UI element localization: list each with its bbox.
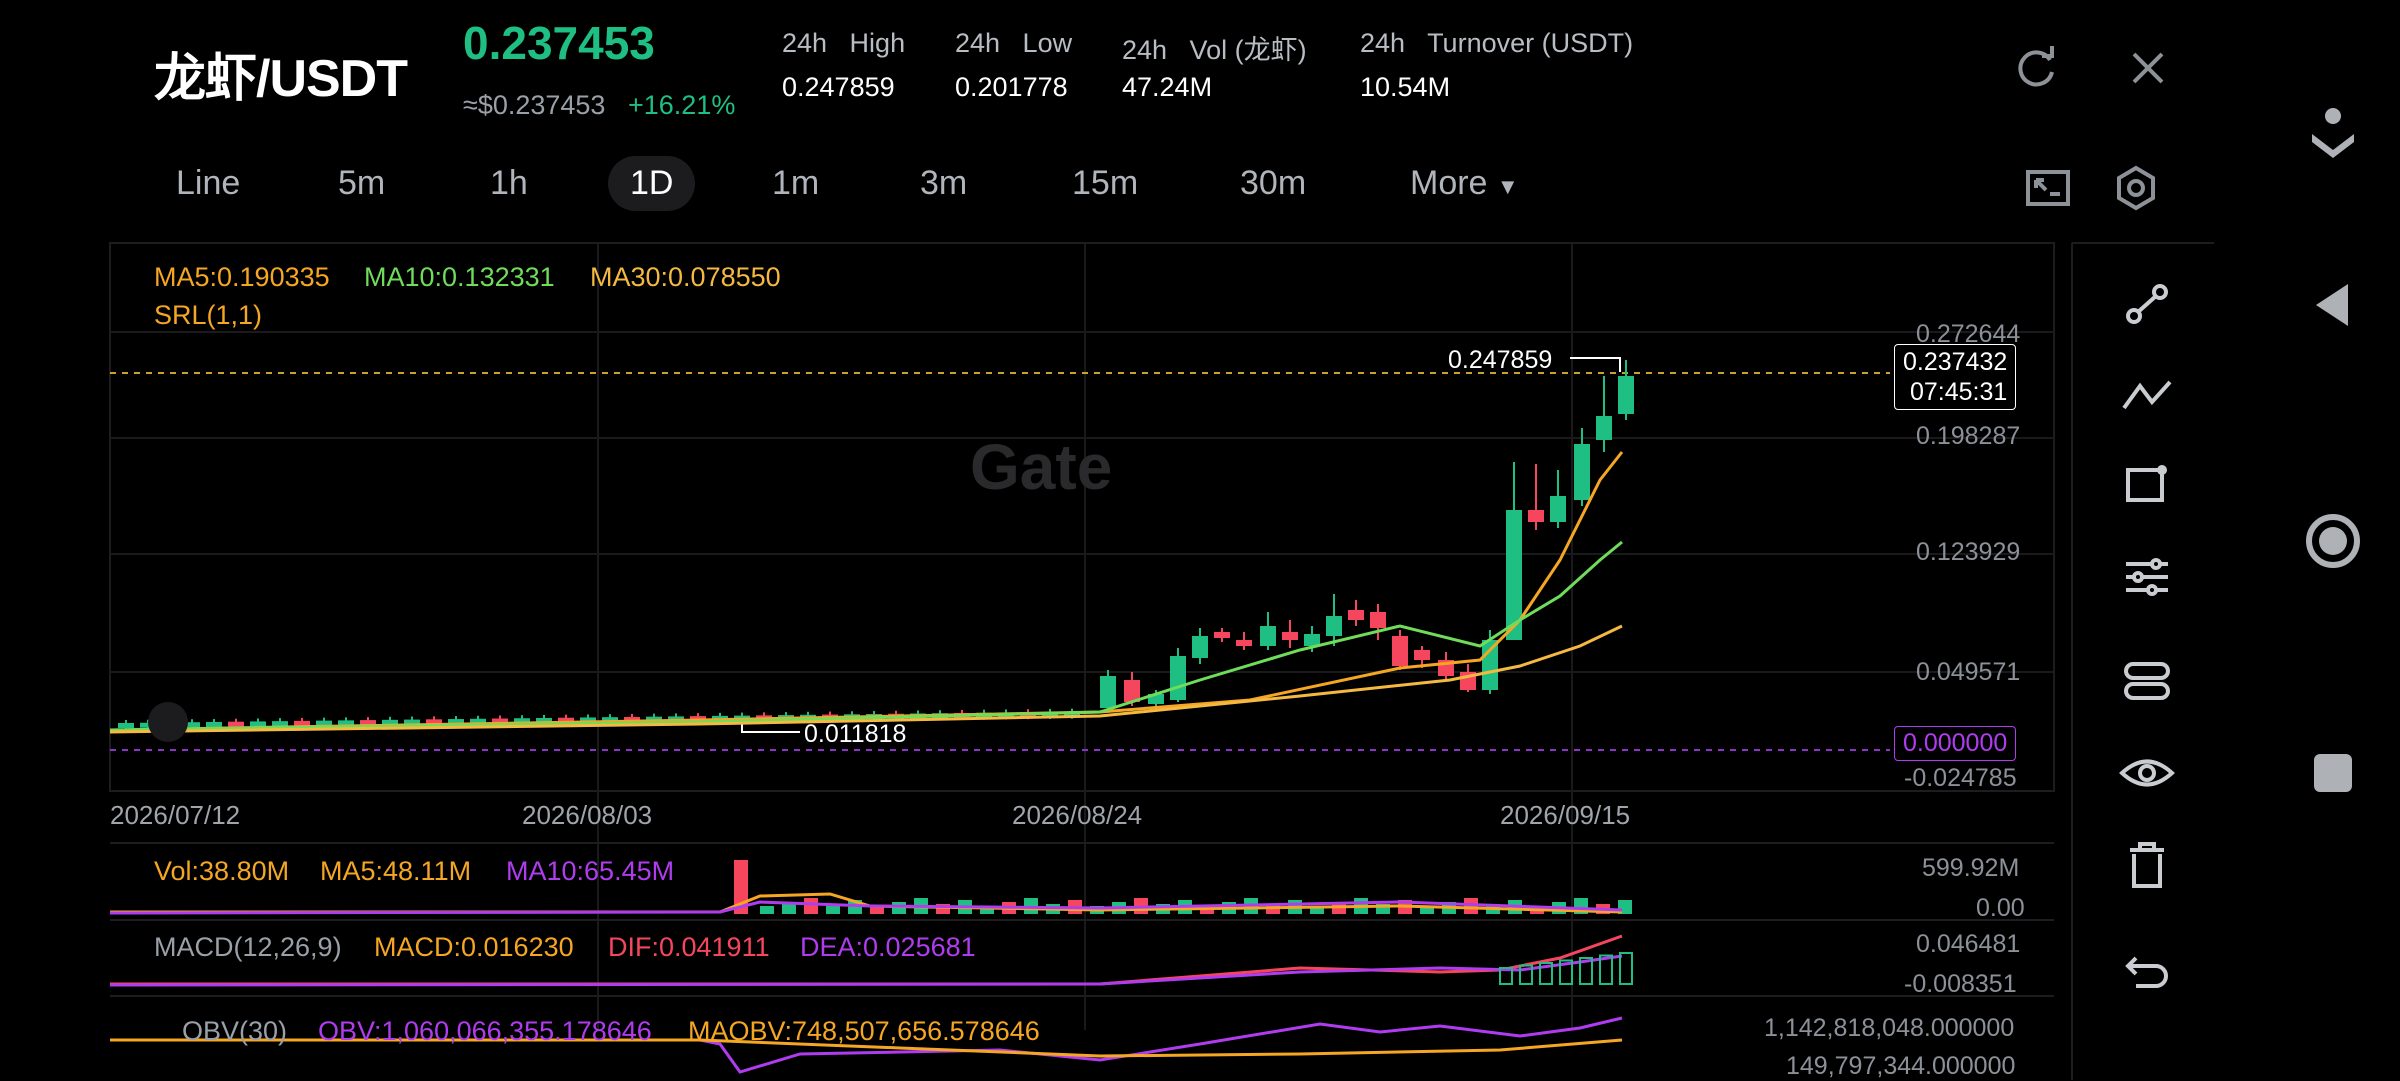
- back-icon[interactable]: [2298, 270, 2368, 340]
- recents-icon[interactable]: [2298, 738, 2368, 808]
- candle: [1192, 636, 1208, 658]
- indicator-icon[interactable]: [2112, 646, 2182, 716]
- candle: [1370, 612, 1386, 628]
- candle: [1348, 610, 1364, 620]
- candle: [1214, 632, 1230, 638]
- eye-icon[interactable]: [2112, 738, 2182, 808]
- vol-axis-label: 0.00: [1976, 894, 2025, 922]
- candle: [1236, 640, 1252, 646]
- candle: [1596, 416, 1612, 440]
- candle: [228, 721, 244, 727]
- main-panel-frame: [109, 242, 2055, 792]
- candle: [1100, 676, 1116, 708]
- candle: [1392, 636, 1408, 666]
- candle: [1482, 640, 1498, 690]
- zero-line-tag: 0.000000: [1894, 726, 2017, 761]
- candle: [206, 721, 222, 727]
- ma10-label: MA10:0.132331: [364, 262, 555, 292]
- ma5-line: [109, 451, 1624, 732]
- macd-title: MACD(12,26,9): [154, 932, 342, 962]
- date-label: 2026/09/15: [1500, 800, 1631, 830]
- candle: [272, 721, 288, 727]
- date-label: 2026/08/24: [1012, 800, 1143, 830]
- srl-label: SRL(1,1): [154, 300, 263, 330]
- maobv-value: MAOBV:748,507,656.578646: [688, 1016, 1040, 1046]
- price-axis-label: 0.123929: [1916, 538, 2021, 566]
- home-icon[interactable]: [2298, 506, 2368, 576]
- candle: [250, 721, 266, 727]
- obv-axis-label: 1,142,818,048.000000: [1764, 1014, 2015, 1042]
- trash-icon[interactable]: [2112, 830, 2182, 900]
- candle: [1528, 510, 1544, 522]
- macd-axis-label: 0.046481: [1916, 930, 2021, 958]
- dea-value: DEA:0.025681: [800, 932, 976, 962]
- macd-value: MACD:0.016230: [374, 932, 574, 962]
- obv-title: OBV(30): [182, 1016, 288, 1046]
- shape-tool-icon[interactable]: [2112, 450, 2182, 520]
- current-price: 0.237432: [1903, 348, 2008, 376]
- candlestick-chart[interactable]: [0, 0, 2400, 1080]
- volume-bar: [804, 898, 818, 914]
- adjust-icon[interactable]: [2112, 542, 2182, 612]
- obv-value: OBV:1,060,066,355.178646: [318, 1016, 652, 1046]
- price-axis-label: 0.049571: [1916, 658, 2021, 686]
- ma5-label: MA5:0.190335: [154, 262, 330, 292]
- date-label: 2026/08/03: [522, 800, 653, 830]
- price-axis-label: 0.198287: [1916, 422, 2021, 450]
- candle: [1414, 650, 1430, 660]
- candle: [1550, 496, 1566, 522]
- candle-countdown: 07:45:31: [1909, 378, 2008, 406]
- ma30-label: MA30:0.078550: [590, 262, 781, 292]
- draw-toggle-icon[interactable]: [148, 702, 188, 742]
- obv-axis-label: 149,797,344.000000: [1786, 1052, 2016, 1080]
- high-marker-leader: [1570, 357, 1621, 372]
- dif-value: DIF:0.041911: [608, 932, 770, 962]
- candle: [1282, 632, 1298, 640]
- macd-histogram-bar: [1619, 952, 1633, 985]
- trend-tool-icon[interactable]: [2112, 360, 2182, 430]
- candle: [1326, 616, 1342, 636]
- volume-bar: [760, 906, 774, 914]
- candle: [1260, 626, 1276, 646]
- low-marker: 0.011818: [804, 720, 907, 748]
- draw-line-icon[interactable]: [2112, 270, 2182, 340]
- vol-ma5-label: MA5:48.11M: [320, 856, 472, 886]
- candle: [1618, 376, 1634, 414]
- current-price-tag: 0.237432 07:45:31: [1894, 344, 2017, 410]
- candle: [1170, 656, 1186, 700]
- candle: [1304, 634, 1320, 646]
- macd-axis-label: -0.008351: [1904, 970, 2017, 998]
- high-marker: 0.247859: [1448, 346, 1553, 374]
- candle: [118, 723, 134, 728]
- candle: [294, 720, 310, 726]
- vol-label: Vol:38.80M: [154, 856, 290, 886]
- gate-watermark: Gate: [970, 431, 1113, 503]
- vol-axis-label: 599.92M: [1922, 854, 2020, 882]
- undo-icon[interactable]: [2112, 934, 2182, 1004]
- assistant-icon[interactable]: [2298, 100, 2368, 170]
- price-axis-label: -0.024785: [1904, 764, 2017, 792]
- candle: [1574, 444, 1590, 500]
- vol-ma10-label: MA10:65.45M: [506, 856, 675, 886]
- date-label: 2026/07/12: [110, 800, 241, 830]
